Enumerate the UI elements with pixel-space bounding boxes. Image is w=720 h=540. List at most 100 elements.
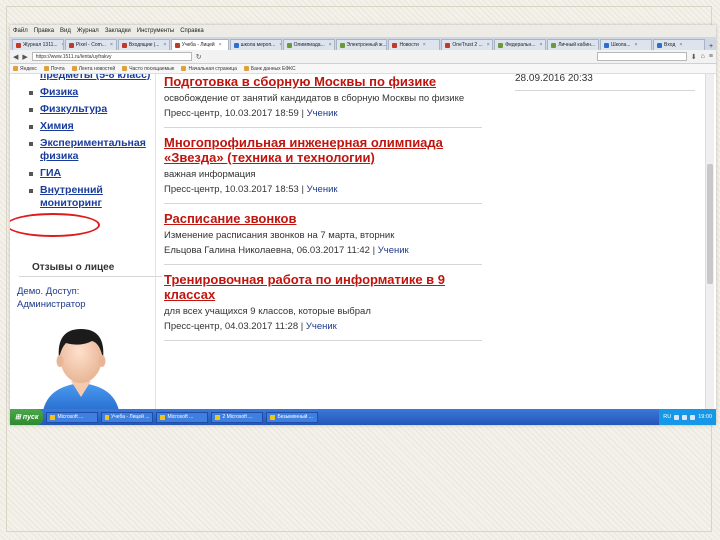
close-icon[interactable]: × [487,42,490,48]
news-title-link[interactable]: Подготовка в сборную Москвы по физике [164,74,482,89]
windows-flag-icon: ⊞ [15,414,21,421]
bullet-icon [29,91,33,95]
close-icon[interactable]: × [539,42,542,48]
bookmark-item[interactable]: Яндекс [13,66,37,72]
taskbar-window-button[interactable]: Безымянный ... [266,411,319,423]
search-box[interactable] [596,52,687,61]
browser-tab[interactable]: OneTrust 2 ... × [441,39,494,50]
browser-tab[interactable]: школа мероп...× [229,39,282,50]
volume-icon[interactable] [682,414,688,420]
close-icon[interactable]: × [279,42,280,48]
sidebar-subject-label: ГИА [40,167,62,179]
scrollbar-thumb[interactable] [707,164,713,284]
news-date: 04.03.2017 11:28 [224,321,299,332]
tab-label: Входящие |... [128,42,160,48]
network-icon[interactable] [674,414,680,420]
sidebar-subject-link[interactable]: Внутренний мониторинг [28,184,154,210]
taskbar-window-button[interactable]: Microsoft ... [46,411,99,423]
bookmark-item[interactable]: Почта [43,66,65,72]
bullet-icon [29,108,33,112]
browser-tab[interactable]: Новости × [388,39,441,50]
close-icon[interactable]: × [679,42,682,48]
browser-tab[interactable]: Федеральн... × [494,39,547,50]
start-button[interactable]: ⊞ пуск [10,409,44,425]
browser-tab[interactable]: Учеба - Лицей × [170,39,229,50]
sidebar-subject-link[interactable]: Экспериментальная физика [28,137,154,163]
news-audience-link[interactable]: Ученик [307,184,338,195]
tab-favicon-icon [604,42,610,48]
close-icon[interactable]: × [62,42,63,48]
close-icon[interactable]: × [163,42,166,48]
bookmark-icon [122,66,128,71]
new-tab-plus-icon[interactable]: + [706,43,716,50]
browser-tab[interactable]: Электронный ж...× [335,39,388,50]
back-arrow-icon[interactable]: ◀ [13,53,18,61]
close-icon[interactable]: × [110,42,113,48]
reload-icon[interactable]: ↻ [196,53,202,61]
bookmark-label: Банк данных ЕФКС [250,65,296,72]
news-audience-link[interactable]: Ученик [306,321,337,332]
address-text: https://www.1511.ru/lenta/uyfrakvy [35,53,112,60]
close-icon[interactable]: × [329,42,332,48]
menu-item-view[interactable]: Вид [60,28,71,34]
keyboard-language[interactable]: RU [663,414,671,420]
news-meta: Пресс-центр, 04.03.2017 11:28 | Ученик [164,321,337,332]
last-update-date: 28.09.2016 20:33 [515,74,695,91]
bookmark-label: Яндекс [20,65,37,72]
menu-item-file[interactable]: Файл [13,28,28,34]
vertical-scrollbar[interactable] [705,74,714,409]
bookmark-label: Начальная страница [188,65,237,72]
news-title-link[interactable]: Тренировочная работа по информатике в 9 … [164,272,482,302]
taskbar-window-button[interactable]: Microsoft ... [156,411,209,423]
window-icon [50,414,56,420]
tab-favicon-icon [233,42,239,48]
sidebar-subject-link[interactable]: Физика [28,86,154,99]
menu-item-help[interactable]: Справка [180,28,204,34]
news-title-link[interactable]: Многопрофильная инженерная олимпиада «Зв… [164,135,482,165]
forward-arrow-icon[interactable]: ▶ [22,53,27,61]
sidebar-subject-link[interactable]: Физкультура [28,103,154,116]
bullet-icon [29,172,33,176]
taskbar-window-label: Microsoft ... [57,414,84,420]
news-author: Ельцова Галина Николаевна [164,245,292,256]
browser-tab[interactable]: Школа... × [600,39,653,50]
news-audience-link[interactable]: Ученик [307,108,338,119]
bullet-icon [29,189,33,193]
demo-access: Демо. Доступ: Администратор [17,285,147,311]
menu-item-tools[interactable]: Инструменты [137,28,174,34]
close-icon[interactable]: × [219,42,222,48]
browser-tab[interactable]: Pixel - Com... × [64,39,117,50]
taskbar-window-button[interactable]: 2 Microsoft ... [211,411,264,423]
bookmark-item[interactable]: Банк данных ЕФКС [243,65,296,72]
close-icon[interactable]: × [635,42,638,48]
browser-tab[interactable]: Входящие |... × [117,39,170,50]
browser-tab[interactable]: Журнал 1311... × [12,39,64,50]
news-title-link[interactable]: Расписание звонков [164,211,482,226]
browser-tab[interactable]: Вход × [653,39,705,50]
tab-label: Федеральн... [505,42,536,48]
menu-item-history[interactable]: Журнал [77,28,99,34]
sidebar-subject-link[interactable]: Химия [28,120,154,133]
menu-item-bookmarks[interactable]: Закладки [105,28,131,34]
taskbar-window-button[interactable]: Учеба - Лицей ... [101,411,154,423]
start-label: пуск [22,413,39,421]
security-icon[interactable] [690,414,696,420]
bookmark-item[interactable]: Лента новостей [71,66,115,72]
sidebar-subject-link[interactable]: ГИА [28,167,154,180]
menu-icon[interactable]: ≡ [709,53,713,60]
browser-tab[interactable]: Личный кабин...× [547,39,600,50]
news-audience-link[interactable]: Ученик [378,245,409,256]
bookmark-item[interactable]: Часто посещаемые [122,66,174,72]
news-meta: Пресс-центр, 10.03.2017 18:59 | Ученик [164,108,338,119]
download-icon[interactable]: ⬇ [691,53,697,61]
taskbar-window-label: Безымянный ... [277,414,313,420]
close-icon[interactable]: × [423,42,426,48]
address-bar[interactable]: https://www.1511.ru/lenta/uyfrakvy [31,52,192,61]
highlight-circle [10,213,100,237]
sidebar-subject-list: предметы (5-8 класс) Физика Физкультура Хим… [28,74,154,214]
browser-tab[interactable]: Олимпиада... × [282,39,335,50]
bookmark-item[interactable]: Начальная страница [181,65,237,72]
menu-item-edit[interactable]: Правка [34,28,54,34]
sidebar-subject-link[interactable]: предметы (5-8 класс) [28,74,154,82]
home-icon[interactable]: ⌂ [701,53,705,60]
